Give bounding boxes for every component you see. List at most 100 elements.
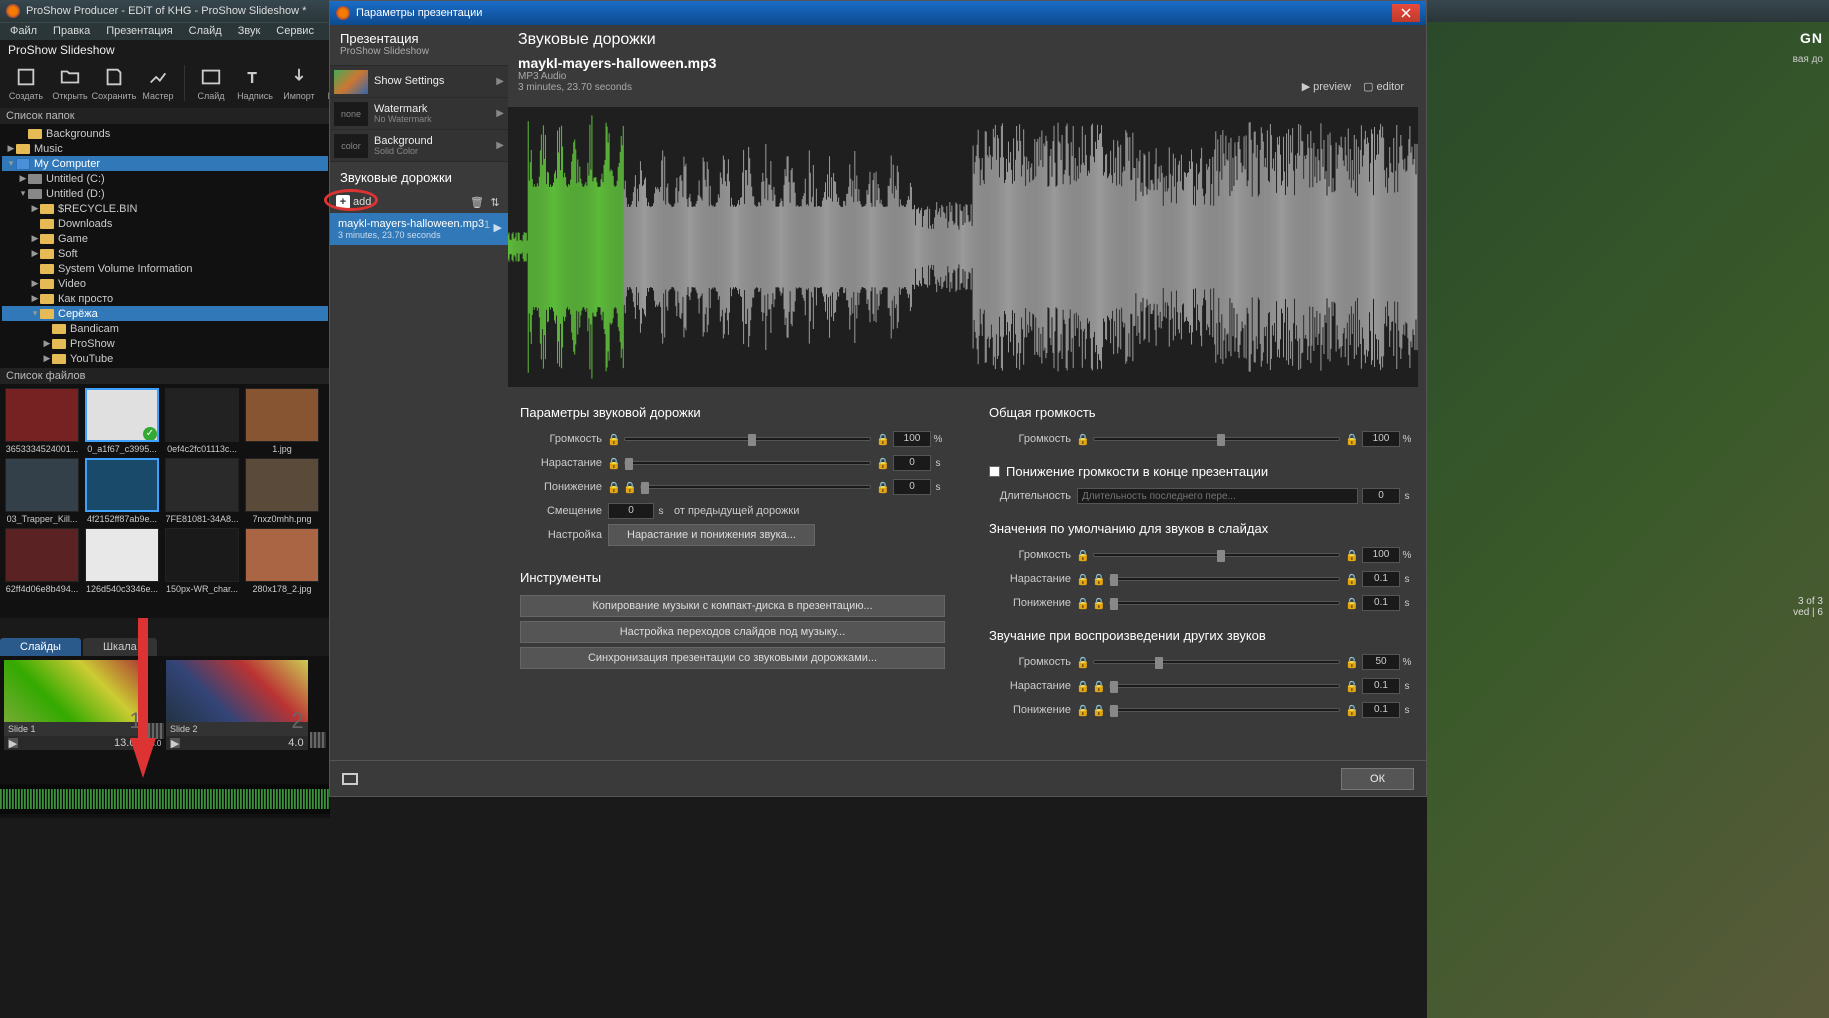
lock-icon[interactable]: 🔒 (608, 457, 620, 469)
offset-value[interactable]: 0 (608, 503, 654, 519)
other-volume-slider[interactable] (1093, 660, 1340, 664)
timeline-slide[interactable]: 1 Slide 1 ▶ 13.04 (4, 660, 146, 750)
lock-icon[interactable]: 🔒 (1077, 433, 1089, 445)
thumbnail[interactable]: 280x178_2.jpg (244, 528, 320, 594)
preview-button[interactable]: ▶ preview (1302, 80, 1351, 93)
volume-value[interactable]: 100 (893, 431, 931, 447)
lock-icon[interactable]: 🔒 (624, 481, 636, 493)
tab-scale[interactable]: Шкала (83, 638, 157, 656)
toolbar-slide[interactable]: Слайд (189, 60, 233, 106)
tree-item[interactable]: ▶$RECYCLE.BIN (2, 201, 328, 216)
transition-cell[interactable]: 3.0 (148, 660, 164, 748)
toolbar-master[interactable]: Мастер (136, 60, 180, 106)
tree-item[interactable]: ▶Game (2, 231, 328, 246)
toolbar-create[interactable]: Создать (4, 60, 48, 106)
other-fadeout-slider[interactable] (1109, 708, 1340, 712)
tree-item[interactable]: ▶Untitled (C:) (2, 171, 328, 186)
thumbnail[interactable]: 3653334524001... (4, 388, 80, 454)
thumbnail[interactable]: 7nxz0mhh.png (244, 458, 320, 524)
sort-icon[interactable]: ⇅ (488, 195, 502, 209)
transition-cell[interactable] (310, 660, 326, 748)
tree-item[interactable]: ▶YouTube (2, 351, 328, 366)
endfade-checkbox[interactable] (989, 466, 1000, 477)
defaults-fadeout-value[interactable]: 0.1 (1362, 595, 1400, 611)
volume-slider[interactable] (624, 437, 871, 441)
audio-track-item[interactable]: maykl-mayers-halloween.mp3 3 minutes, 23… (330, 213, 508, 245)
toolbar-open[interactable]: Открыть (48, 60, 92, 106)
tree-item[interactable]: Backgrounds (2, 126, 328, 141)
thumbnail[interactable]: 7FE81081-34A8... (164, 458, 240, 524)
dialog-titlebar[interactable]: Параметры презентации (330, 1, 1426, 25)
tree-item[interactable]: ▶Soft (2, 246, 328, 261)
endfade-value[interactable]: 0 (1362, 488, 1400, 504)
tree-item[interactable]: ▾Серёжа (2, 306, 328, 321)
sidebar-item-watermark[interactable]: none WatermarkNo Watermark ▶ (330, 98, 508, 130)
sidebar-item-background[interactable]: color BackgroundSolid Color ▶ (330, 130, 508, 162)
waveform-display[interactable] (508, 107, 1418, 387)
lock-icon[interactable]: 🔒 (1346, 573, 1358, 585)
thumbnail[interactable]: ✓0_a1f67_c3995... (84, 388, 160, 454)
fade-config-button[interactable]: Нарастание и понижения звука... (608, 524, 815, 546)
timeline-waveform[interactable] (0, 784, 330, 814)
play-icon[interactable]: ▶ (8, 738, 18, 748)
thumbnail[interactable]: 03_Trapper_Kill... (4, 458, 80, 524)
thumbnail[interactable]: 62ff4d06e8b494... (4, 528, 80, 594)
overall-volume-value[interactable]: 100 (1362, 431, 1400, 447)
endfade-duration-input[interactable] (1077, 488, 1358, 504)
thumbnail[interactable]: 1.jpg (244, 388, 320, 454)
tool-copy-cd[interactable]: Копирование музыки с компакт-диска в пре… (520, 595, 945, 617)
fadein-slider[interactable] (624, 461, 871, 465)
defaults-fadein-value[interactable]: 0.1 (1362, 571, 1400, 587)
sidebar-item-show-settings[interactable]: Show Settings ▶ (330, 66, 508, 98)
lock-icon[interactable]: 🔒 (877, 481, 889, 493)
lock-icon[interactable]: 🔒 (877, 457, 889, 469)
play-icon[interactable]: ▶ (170, 738, 180, 748)
thumbnail[interactable]: 4f2152ff87ab9e... (84, 458, 160, 524)
defaults-volume-slider[interactable] (1093, 553, 1340, 557)
fadein-value[interactable]: 0 (893, 455, 931, 471)
lock-icon[interactable]: 🔒 (1093, 704, 1105, 716)
lock-icon[interactable]: 🔒 (1093, 597, 1105, 609)
defaults-volume-value[interactable]: 100 (1362, 547, 1400, 563)
lock-icon[interactable]: 🔒 (1077, 704, 1089, 716)
tree-item[interactable]: Downloads (2, 216, 328, 231)
menu-item[interactable]: Звук (230, 23, 269, 40)
toolbar-import[interactable]: Импорт (277, 60, 321, 106)
other-volume-value[interactable]: 50 (1362, 654, 1400, 670)
toolbar-save[interactable]: Сохранить (92, 60, 136, 106)
lock-icon[interactable]: 🔒 (1077, 680, 1089, 692)
lock-icon[interactable]: 🔒 (877, 433, 889, 445)
thumbnail[interactable]: 0ef4c2fc01113c... (164, 388, 240, 454)
tree-item[interactable]: ▶Music (2, 141, 328, 156)
other-fadein-value[interactable]: 0.1 (1362, 678, 1400, 694)
close-button[interactable] (1392, 4, 1420, 22)
tree-item[interactable]: System Volume Information (2, 261, 328, 276)
tool-sync-presentation[interactable]: Синхронизация презентации со звуковыми д… (520, 647, 945, 669)
other-fadeout-value[interactable]: 0.1 (1362, 702, 1400, 718)
tree-item[interactable]: Bandicam (2, 321, 328, 336)
lock-icon[interactable]: 🔒 (1093, 573, 1105, 585)
lock-icon[interactable]: 🔒 (1346, 433, 1358, 445)
lock-icon[interactable]: 🔒 (1077, 573, 1089, 585)
toolbar-caption[interactable]: TНадпись (233, 60, 277, 106)
lock-icon[interactable]: 🔒 (1093, 680, 1105, 692)
lock-icon[interactable]: 🔒 (1077, 597, 1089, 609)
thumbnail[interactable]: 126d540c3346e... (84, 528, 160, 594)
lock-icon[interactable]: 🔒 (608, 433, 620, 445)
menu-item[interactable]: Сервис (268, 23, 322, 40)
menu-item[interactable]: Слайд (181, 23, 230, 40)
add-track-button[interactable]: + add (336, 195, 371, 209)
timeline-slide[interactable]: 2 Slide 2 ▶ 4.0 (166, 660, 308, 750)
tree-item[interactable]: ▾Untitled (D:) (2, 186, 328, 201)
fadeout-slider[interactable] (640, 485, 871, 489)
ok-button[interactable]: ОК (1341, 768, 1414, 790)
menu-item[interactable]: Презентация (98, 23, 180, 40)
tab-slides[interactable]: Слайды (0, 638, 81, 656)
tree-item[interactable]: ▶ProShow (2, 336, 328, 351)
other-fadein-slider[interactable] (1109, 684, 1340, 688)
editor-button[interactable]: ▢ editor (1363, 80, 1404, 93)
tree-item[interactable]: ▾My Computer (2, 156, 328, 171)
defaults-fadeout-slider[interactable] (1109, 601, 1340, 605)
overall-volume-slider[interactable] (1093, 437, 1340, 441)
lock-icon[interactable]: 🔒 (1346, 656, 1358, 668)
